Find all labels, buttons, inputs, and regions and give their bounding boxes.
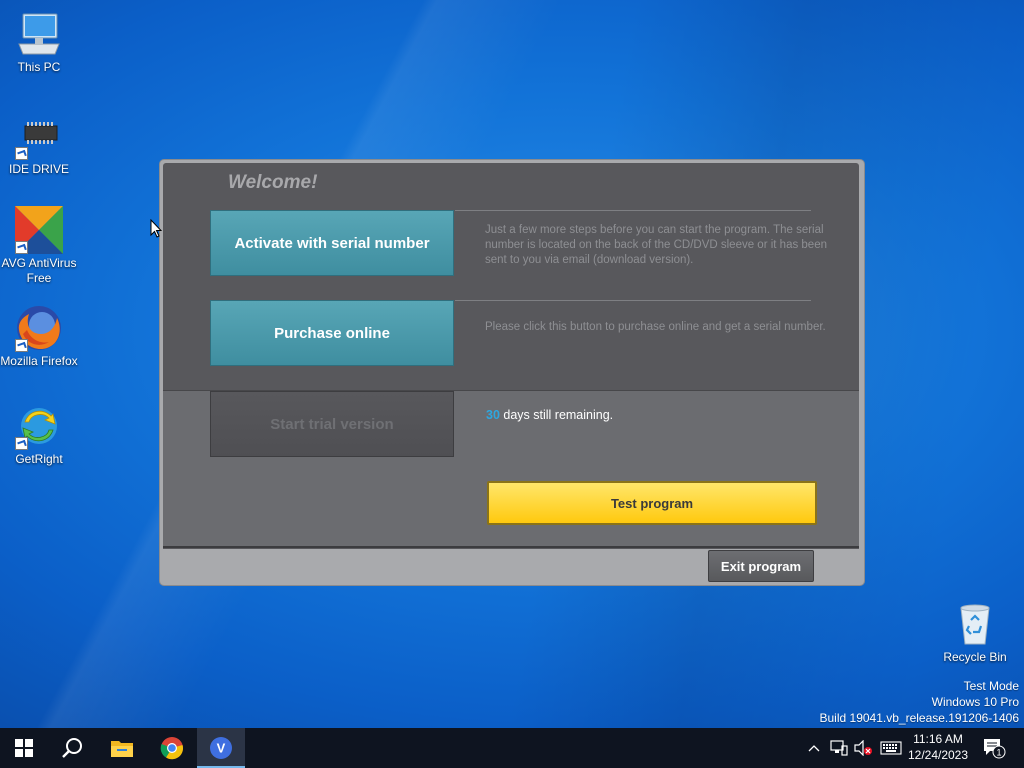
keyboard-icon: [880, 741, 902, 755]
activate-serial-button[interactable]: Activate with serial number: [210, 210, 454, 276]
activation-dialog: Welcome! Activate with serial number Jus…: [160, 160, 864, 585]
divider: [163, 546, 859, 548]
desktop-icon-label: This PC: [17, 60, 61, 74]
watermark-edition: Windows 10 Pro: [931, 695, 1019, 709]
windows-logo-icon: [15, 739, 33, 757]
watermark-mode: Test Mode: [963, 679, 1019, 693]
shortcut-arrow-icon: [15, 241, 28, 254]
chevron-up-icon: [808, 745, 820, 752]
network-tray-button[interactable]: [828, 728, 850, 768]
desktop-icon-label: Mozilla Firefox: [0, 354, 78, 368]
shortcut-arrow-icon: [15, 437, 28, 450]
avg-icon: [15, 206, 63, 254]
desktop-icon-label: GetRight: [15, 452, 63, 466]
action-center-button[interactable]: 1: [980, 728, 1008, 768]
firefox-icon: [15, 304, 63, 352]
getright-icon: [15, 402, 63, 450]
clock-time: 11:16 AM: [913, 732, 963, 746]
volume-tray-button[interactable]: [852, 728, 874, 768]
shortcut-arrow-icon: [15, 339, 28, 352]
svg-text:V: V: [217, 741, 226, 756]
test-program-button[interactable]: Test program: [487, 481, 817, 525]
shortcut-arrow-icon: [15, 147, 28, 160]
exit-program-button[interactable]: Exit program: [708, 550, 814, 582]
start-button[interactable]: [0, 728, 48, 768]
show-hidden-icons-button[interactable]: [804, 728, 824, 768]
desktop-icon-avg[interactable]: AVG AntiVirus Free: [0, 206, 78, 286]
start-trial-button[interactable]: Start trial version: [210, 391, 454, 457]
taskbar-clock[interactable]: 11:16 AM 12/24/2023: [900, 731, 976, 763]
taskbar-chrome[interactable]: [148, 728, 196, 768]
dialog-title: Welcome!: [228, 172, 318, 193]
trial-remaining-text: 30 days still remaining.: [486, 408, 613, 422]
file-explorer-icon: [111, 741, 133, 757]
clock-date: 12/24/2023: [907, 748, 969, 762]
desktop-icon-ide-drive[interactable]: IDE DRIVE: [0, 112, 78, 177]
trial-days-suffix: days still remaining.: [499, 408, 614, 422]
purchase-description: Please click this button to purchase onl…: [485, 321, 826, 333]
volume-muted-icon: [854, 740, 872, 756]
desktop-icon-label: Recycle Bin: [943, 650, 1007, 664]
trial-days-count: 30: [486, 408, 500, 422]
divider: [455, 300, 811, 301]
v-app-icon: V: [210, 737, 232, 759]
network-icon: [830, 740, 848, 756]
desktop-icon-this-pc[interactable]: This PC: [0, 10, 78, 75]
desktop-icon-recycle-bin[interactable]: Recycle Bin: [936, 600, 1014, 665]
desktop-icon-getright[interactable]: GetRight: [0, 402, 78, 467]
desktop-icon-label: IDE DRIVE: [8, 162, 69, 176]
taskbar-file-explorer[interactable]: [98, 728, 146, 768]
search-button[interactable]: [48, 728, 96, 768]
notification-icon: 1: [984, 739, 1006, 759]
windows-watermark: Test Mode Windows 10 Pro Build 19041.vb_…: [820, 678, 1020, 726]
notification-count: 1: [996, 748, 1001, 758]
mouse-cursor-icon: [150, 219, 162, 238]
divider: [455, 210, 811, 211]
desktop-icon-firefox[interactable]: Mozilla Firefox: [0, 304, 78, 369]
taskbar: V 11:16 AM 12/24/2023 1: [0, 728, 1024, 768]
desktop-icon-label: AVG AntiVirus Free: [1, 256, 77, 285]
search-icon: [62, 738, 82, 758]
this-pc-icon: [15, 10, 63, 58]
recycle-bin-icon: [951, 600, 999, 648]
taskbar-v-app[interactable]: V: [197, 728, 245, 768]
chrome-icon: [160, 737, 184, 760]
purchase-online-button[interactable]: Purchase online: [210, 300, 454, 366]
watermark-build: Build 19041.vb_release.191206-1406: [819, 711, 1020, 725]
chip-icon: [15, 112, 63, 160]
activate-description: Just a few more steps before you can sta…: [485, 224, 827, 266]
